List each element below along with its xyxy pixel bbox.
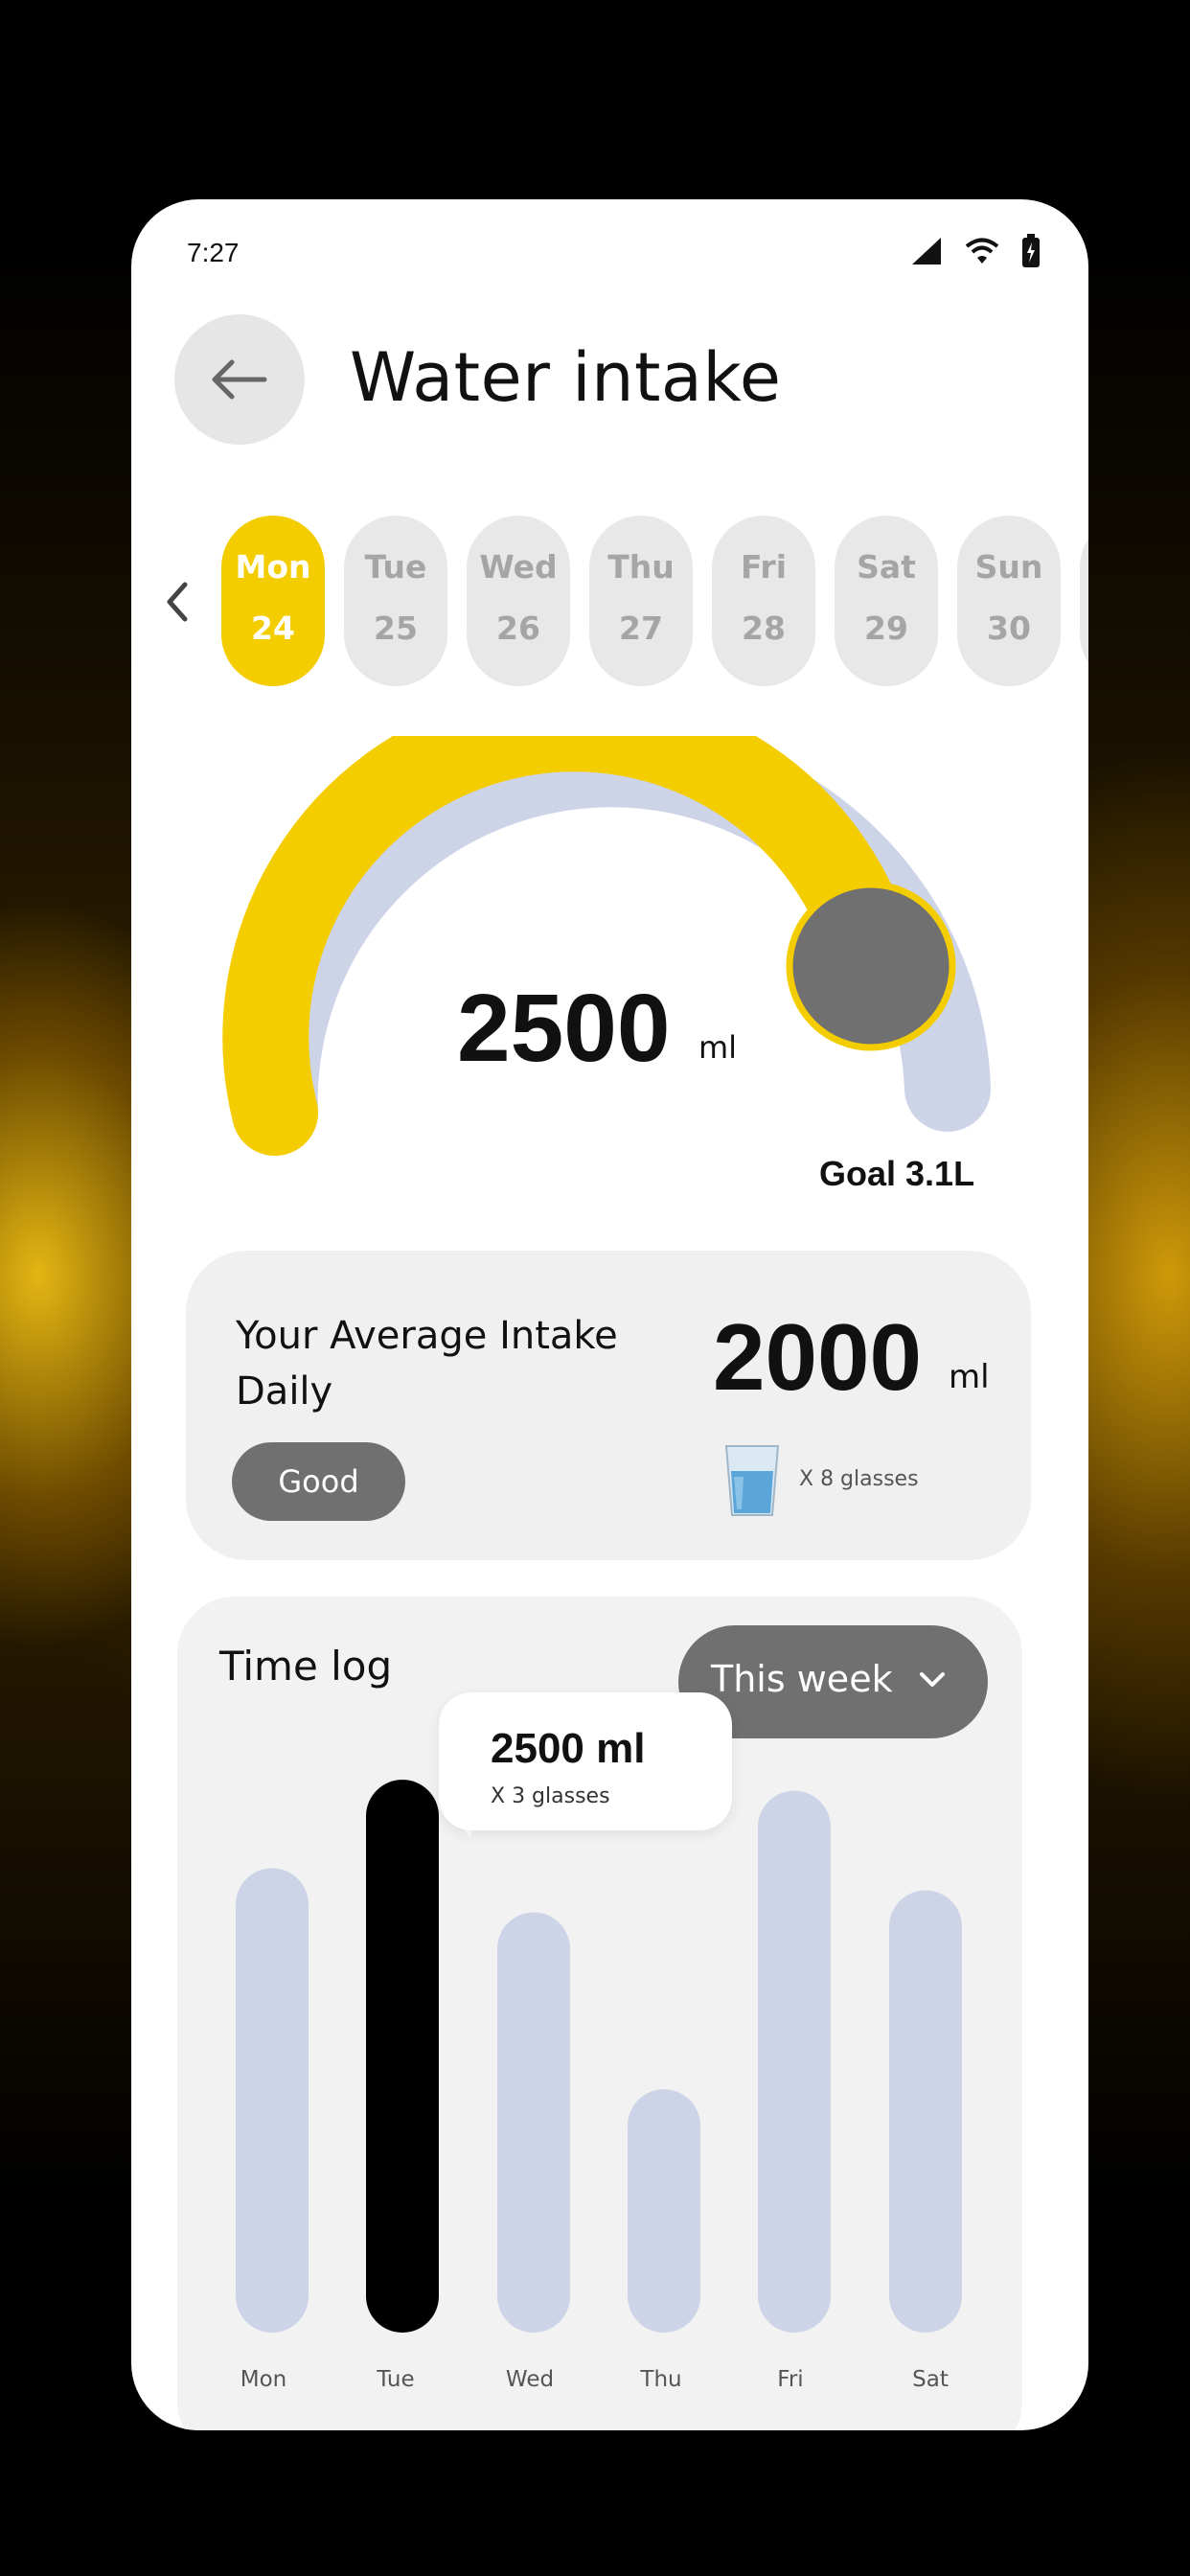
- day-date: 29: [864, 610, 908, 647]
- x-tick-label: Sat: [912, 2367, 949, 2392]
- x-tick-label: Fri: [777, 2367, 803, 2392]
- day-date: 26: [496, 610, 540, 647]
- day-name: Sun: [974, 548, 1043, 586]
- day-chip-next[interactable]: [1080, 516, 1088, 686]
- average-title: Your Average Intake Daily: [236, 1314, 618, 1414]
- time-log-title: Time log: [219, 1643, 393, 1690]
- day-date: 30: [987, 610, 1031, 647]
- x-tick-label: Mon: [240, 2367, 287, 2392]
- page-title: Water intake: [350, 338, 782, 417]
- back-button[interactable]: [174, 314, 305, 445]
- average-value: 2000: [713, 1304, 923, 1410]
- x-tick-label: Thu: [639, 2367, 681, 2392]
- day-chip-sat[interactable]: Sat 29: [835, 516, 938, 686]
- water-glass-icon: [724, 1445, 780, 1516]
- back-arrow-icon: [212, 359, 267, 400]
- day-date: 24: [251, 610, 295, 647]
- glass-count: X 8 glasses: [799, 1467, 919, 1491]
- signal-icon: [912, 238, 941, 264]
- tooltip-glasses: X 3 glasses: [491, 1784, 610, 1808]
- rating-badge[interactable]: Good: [232, 1442, 405, 1521]
- range-label: This week: [711, 1658, 893, 1700]
- goal-label: Goal 3.1L: [819, 1154, 975, 1193]
- day-chip-tue[interactable]: Tue 25: [344, 516, 447, 686]
- bar-sat[interactable]: [889, 1890, 962, 2333]
- tooltip-value: 2500 ml: [491, 1725, 646, 1772]
- bar-tooltip: 2500 ml X 3 glasses: [439, 1692, 732, 1830]
- bar-mon[interactable]: [236, 1868, 309, 2333]
- time-log-card: Mon Tue Wed Thu Fri Sat Time log This week 25…: [177, 1597, 1022, 2430]
- x-tick-label: Wed: [506, 2367, 554, 2392]
- phone-screen: 7:27 Water intake Mon 24 Tue 25 Wed 26 T…: [131, 199, 1088, 2430]
- day-date: 25: [374, 610, 418, 647]
- average-unit: ml: [949, 1358, 990, 1396]
- status-time: 7:27: [187, 238, 240, 267]
- intake-value: 2500: [457, 975, 671, 1082]
- x-tick-label: Tue: [376, 2367, 414, 2392]
- day-name: Sat: [857, 548, 916, 586]
- battery-icon: [1022, 234, 1040, 267]
- day-name: Thu: [607, 548, 675, 586]
- day-chip-mon[interactable]: Mon 24: [221, 516, 325, 686]
- day-name: Wed: [479, 548, 558, 586]
- bar-fri[interactable]: [758, 1790, 831, 2333]
- bar-thu[interactable]: [628, 2089, 700, 2333]
- wifi-icon: [965, 238, 999, 264]
- gauge-handle: [786, 881, 956, 1051]
- status-icons: [910, 234, 1041, 268]
- day-chip-fri[interactable]: Fri 28: [712, 516, 815, 686]
- day-name: Tue: [364, 548, 427, 586]
- bar-tue[interactable]: [366, 1780, 439, 2333]
- day-chip-thu[interactable]: Thu 27: [589, 516, 693, 686]
- day-selector: Mon 24 Tue 25 Wed 26 Thu 27 Fri 28 Sat 2…: [221, 516, 1088, 688]
- day-name: Fri: [740, 548, 788, 586]
- intake-unit: ml: [698, 1029, 738, 1066]
- day-chip-sun[interactable]: Sun 30: [957, 516, 1061, 686]
- day-name: Mon: [235, 548, 311, 586]
- day-date: 27: [619, 610, 663, 647]
- bar-wed[interactable]: [497, 1912, 570, 2333]
- chevron-left-icon[interactable]: [158, 573, 196, 631]
- day-date: 28: [742, 610, 786, 647]
- chevron-down-icon: [920, 1672, 945, 1687]
- day-chip-wed[interactable]: Wed 26: [467, 516, 570, 686]
- average-intake-card: Your Average Intake Daily Good 2000 ml X…: [186, 1251, 1031, 1560]
